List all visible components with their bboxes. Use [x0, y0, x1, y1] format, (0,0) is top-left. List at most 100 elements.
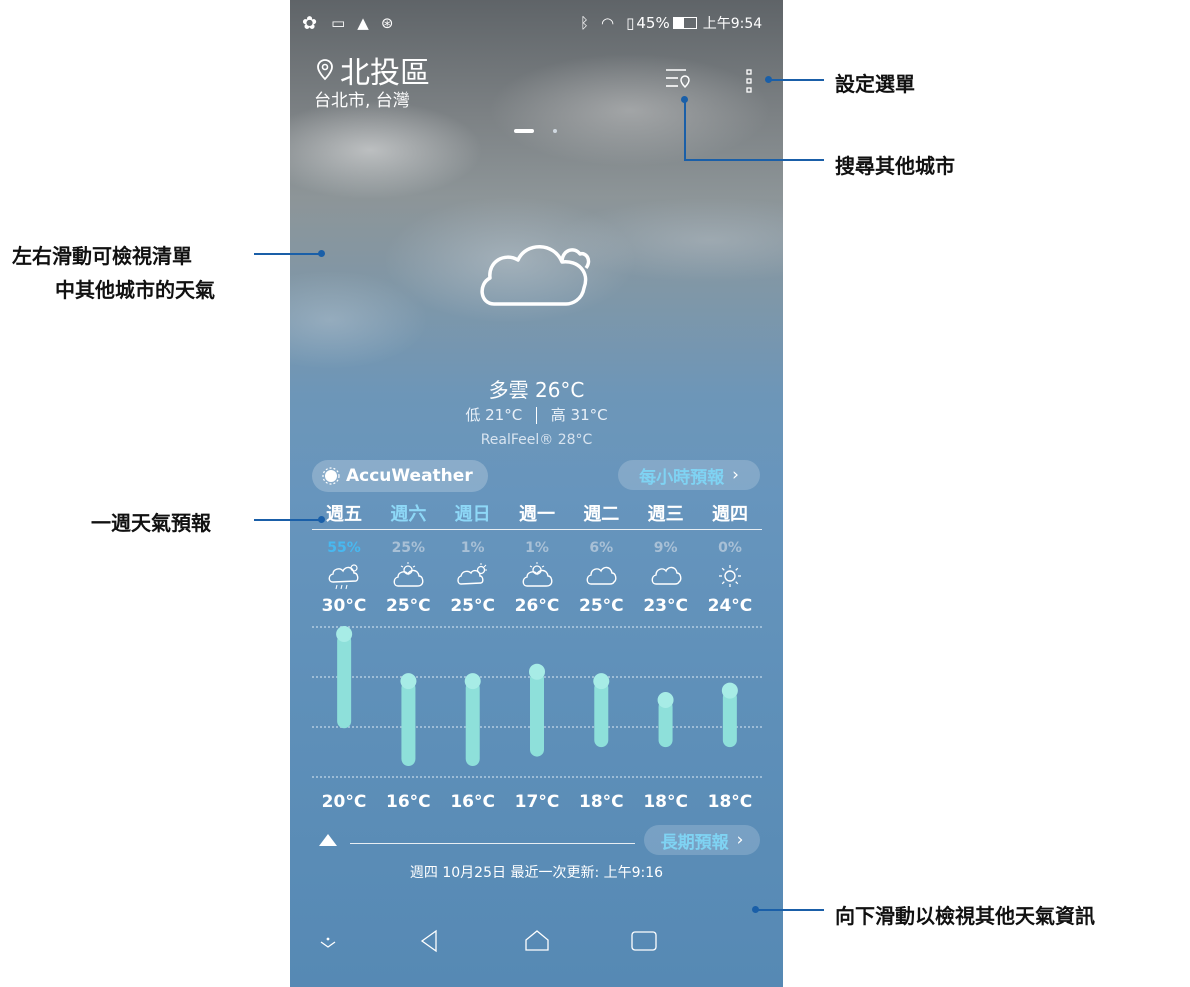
temp-high-cap: [593, 673, 610, 690]
sun-badge-icon: [322, 467, 340, 485]
accuweather-badge[interactable]: AccuWeather: [312, 460, 488, 492]
forecast-day[interactable]: 週四: [698, 500, 762, 526]
settings-menu-button[interactable]: [744, 68, 754, 98]
clock: 上午9:54: [702, 16, 763, 32]
collapse-button[interactable]: [318, 832, 338, 852]
provider-name: AccuWeather: [346, 466, 473, 486]
cloud-sun-icon: [441, 560, 505, 592]
more-vert-icon: [746, 69, 752, 93]
settings-gear-icon: ✿: [302, 12, 318, 34]
forecast-highs: 30°C 25°C 25°C 26°C 25°C 23°C 24°C: [312, 596, 762, 616]
battery-icon: [672, 17, 697, 29]
current-high: 高 31°C: [550, 406, 608, 424]
status-icons-left: ✿ ▭ ▲ ⊛: [302, 8, 393, 38]
temp-high-cap: [400, 673, 417, 690]
high-temp: 25°C: [386, 596, 431, 616]
long-term-forecast-label: 長期預報: [660, 832, 729, 853]
chevron-right-icon: ›: [736, 830, 744, 850]
low-temp: 16°C: [450, 792, 495, 812]
callout-line: [756, 909, 824, 911]
forecast-precip: 55% 25% 1% 1% 6% 9% 0%: [312, 540, 762, 556]
check-circle-icon: ⊛: [380, 14, 394, 32]
current-condition: 多雲 26°C: [488, 378, 585, 402]
low-temp: 20°C: [321, 792, 367, 812]
temp-high-cap: [464, 673, 481, 690]
sun-cloud-icon: [376, 560, 440, 592]
sim-icon: ▯: [626, 14, 635, 32]
precip-chance: 1%: [460, 540, 485, 556]
cloud-icon: [569, 560, 633, 592]
low-temp: 17°C: [514, 792, 560, 812]
cloud-icon: [634, 560, 698, 592]
phone-screen: ✿ ▭ ▲ ⊛ ᛒ ◠ ▯ 45% 上午9:54 北投區 台北市, 台灣 多雲 …: [290, 0, 783, 987]
low-temp: 18°C: [578, 792, 624, 812]
precip-chance: 1%: [525, 540, 549, 556]
temp-range-bar: [593, 673, 610, 748]
triangle-up-icon: [319, 834, 337, 846]
precip-chance: 0%: [718, 540, 742, 556]
callout-swipe-lr-2: 中其他城市的天氣: [55, 278, 215, 302]
back-icon[interactable]: [418, 928, 440, 954]
high-temp: 25°C: [450, 596, 495, 616]
city-list-icon: [666, 69, 690, 89]
temp-range-bar: [400, 673, 417, 766]
temp-range-bar: [529, 663, 545, 757]
temp-range-bar-body: [465, 681, 480, 766]
sun-icon: [698, 560, 762, 592]
precip-chance: 25%: [391, 540, 426, 556]
forecast-day[interactable]: 週三: [634, 500, 698, 526]
long-term-forecast-button[interactable]: 長期預報 ›: [644, 825, 760, 855]
bluetooth-icon: ᛒ: [580, 14, 590, 32]
low-temp: 16°C: [386, 792, 431, 812]
nav-bar: [290, 920, 783, 980]
temp-high-cap: [529, 663, 545, 680]
precip-chance: 55%: [327, 540, 361, 556]
temp-high-cap: [721, 682, 738, 699]
callout-swipe-lr-1: 左右滑動可檢視清單: [12, 244, 192, 268]
chevron-right-icon: ›: [732, 465, 739, 485]
callout-swipe-down: 向下滑動以檢視其他天氣資訊: [835, 904, 1095, 928]
callout-weekly: 一週天氣預報: [91, 511, 211, 535]
callout-line: [769, 79, 824, 81]
callout-line: [254, 253, 322, 255]
callout-line: [254, 519, 322, 521]
current-high-low: 低 21°C 高 31°C: [290, 404, 783, 425]
days-divider: [312, 529, 762, 530]
wifi-icon: ◠: [601, 14, 615, 32]
nav-down-icon[interactable]: [318, 934, 338, 952]
recents-icon[interactable]: [630, 930, 658, 952]
city-search-button[interactable]: [664, 66, 692, 98]
forecast-lows: 20°C 16°C 16°C 17°C 18°C 18°C 18°C: [312, 792, 762, 812]
callout-dot: [318, 250, 325, 257]
temp-range-bar-body: [401, 681, 416, 766]
forecast-day[interactable]: 週六: [376, 500, 440, 526]
temp-range-bar: [464, 673, 481, 766]
forecast-icons: [312, 560, 762, 592]
forecast-day[interactable]: 週日: [441, 500, 505, 526]
cloudy-large-icon: [480, 245, 591, 306]
last-updated: 週四 10月25日 最近一次更新: 上午9:16: [409, 865, 664, 881]
temp-range-bar: [657, 692, 674, 748]
hourly-forecast-button[interactable]: 每小時預報 ›: [618, 460, 760, 490]
callout-settings-menu: 設定選單: [835, 72, 915, 96]
forecast-day[interactable]: 週二: [569, 500, 633, 526]
realfeel: RealFeel® 28°C: [480, 432, 593, 448]
callout-search-city: 搜尋其他城市: [835, 154, 955, 178]
high-temp: 25°C: [578, 596, 624, 616]
precip-chance: 9%: [653, 540, 678, 556]
temp-high-cap: [336, 626, 353, 642]
high-temp: 30°C: [321, 596, 367, 616]
high-temp: 23°C: [643, 596, 688, 616]
hourly-forecast-label: 每小時預報: [639, 467, 725, 488]
current-low: 低 21°C: [465, 406, 523, 424]
temperature-range-chart: [336, 626, 738, 766]
bottom-divider: [350, 843, 635, 844]
temp-range-bar-body: [530, 671, 544, 757]
warning-icon: ▲: [357, 14, 369, 32]
low-temp: 18°C: [643, 792, 688, 812]
low-temp: 18°C: [707, 792, 753, 812]
temp-range-bar-body: [722, 690, 737, 748]
home-icon[interactable]: [524, 928, 550, 954]
forecast-day[interactable]: 週一: [505, 500, 569, 526]
cloud-rain-sun-icon: [312, 560, 376, 592]
